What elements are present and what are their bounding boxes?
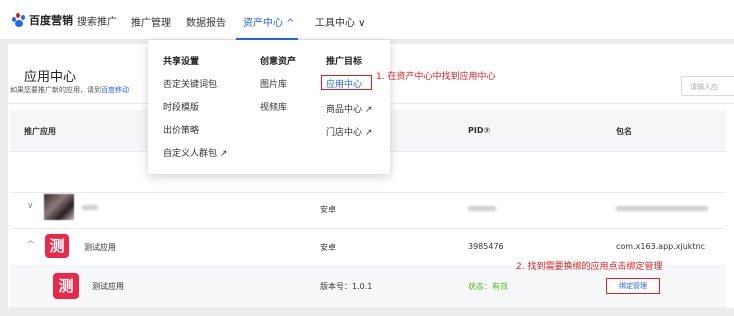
col-header-pid: PID⑦ [468,126,491,135]
asset-center-dropdown: 共享设置 否定关键词包 时段模版 出价策略 自定义人群包 ↗ 创意资产 图片库 … [148,40,390,174]
collapse-chevron-icon[interactable]: ^ [27,240,35,250]
nav-data-report[interactable]: 数据报告 [186,14,226,29]
annotation-step-2: 2. 找到需要换绑的应用点击绑定管理 [516,262,663,272]
menu-item-video-library[interactable]: 视频库 [260,100,296,113]
app-icon: 测 [45,234,69,258]
pid-cell: 3985476 [468,242,504,251]
dropdown-heading: 创意资产 [260,57,297,67]
platform-cell: 安卓 [320,243,336,252]
baidu-marketing-logo[interactable]: 百度营销 搜索推广 [12,12,117,28]
brand-name: 百度营销 [29,14,73,27]
promotion-hint: 如果您要推广新的应用，请到百度移动 [10,85,129,95]
nav-asset-center[interactable]: 资产中心 ^ [243,14,295,29]
menu-item-image-library[interactable]: 图片库 [260,77,296,90]
menu-item-custom-audience[interactable]: 自定义人群包 ↗ [163,146,227,159]
brand-subtitle: 搜索推广 [77,16,117,28]
binding-management-button[interactable]: 绑定管理 [606,278,660,294]
menu-item-bid-strategy[interactable]: 出价策略 [163,123,227,136]
col-header-app: 推广应用 [24,127,56,136]
app-icon: 测 [53,273,79,299]
dropdown-heading: 共享设置 [163,57,200,67]
app-name: 测试应用 [92,282,124,291]
table-row [10,193,726,229]
top-navigation: 百度营销 搜索推广 推广管理 数据报告 资产中心 ^ 工具中心 ∨ [0,0,734,40]
annotation-step-1: 1. 在资产中心中找到应用中心 [376,72,496,82]
menu-item-time-template[interactable]: 时段模版 [163,100,227,113]
menu-item-product-center[interactable]: 商品中心 ↗ [326,102,372,115]
dropdown-col-shared-settings: 共享设置 否定关键词包 时段模版 出价策略 自定义人群包 ↗ [163,54,227,169]
dropdown-col-promotion-targets: 推广目标 应用中心 商品中心 ↗ 门店中心 ↗ [321,54,373,148]
page-title: 应用中心 [24,70,77,85]
paw-icon [12,13,26,27]
nav-promotion-management[interactable]: 推广管理 [131,14,171,29]
dropdown-col-creative-assets: 创意资产 图片库 视频库 [260,54,296,123]
version-number: 版本号：1.0.1 [320,282,373,291]
status-badge: 状态：有效 [468,282,508,291]
menu-item-store-center[interactable]: 门店中心 ↗ [326,125,372,138]
nav-tool-center[interactable]: 工具中心 ∨ [315,14,366,29]
baidu-mobile-link[interactable]: 百度移动 [101,86,129,94]
app-name: 测试应用 [84,243,116,252]
menu-item-app-center[interactable]: 应用中心 [321,75,373,90]
search-input[interactable]: 请输入应 [681,76,734,96]
col-header-package: 包名 [616,127,632,136]
package-cell: com.x163.app.xjuktnc [616,242,706,251]
menu-item-negative-keywords[interactable]: 否定关键词包 [163,77,227,90]
dropdown-heading: 推广目标 [326,57,363,67]
hint-text: 如果您要推广新的应用，请到 [10,86,101,94]
